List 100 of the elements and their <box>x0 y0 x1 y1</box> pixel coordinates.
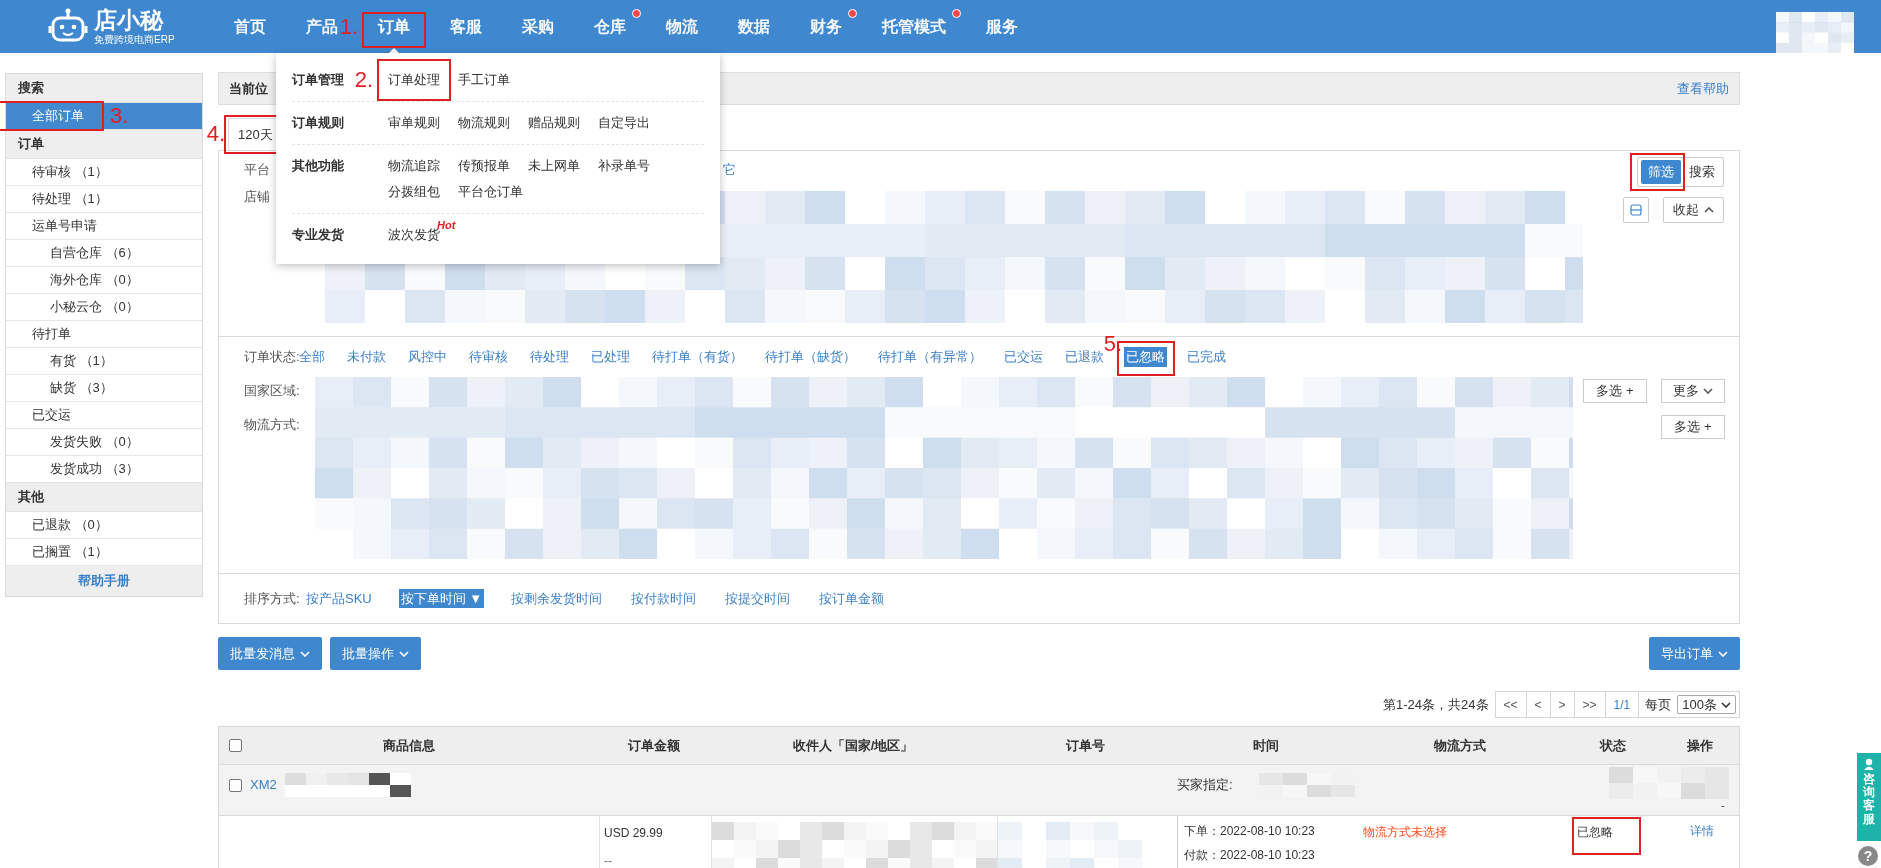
status-tab[interactable]: 待打单（缺货） <box>763 347 858 367</box>
dash-text: - <box>1721 798 1725 813</box>
pagination-summary: 第1-24条，共24条 <box>1383 695 1489 714</box>
help-link[interactable]: 查看帮助 <box>1677 78 1729 99</box>
status-tab[interactable]: 已交运 <box>1002 347 1045 367</box>
filter-label: 平台 <box>244 161 270 180</box>
multi-select-button[interactable]: 多选 + <box>1661 415 1725 439</box>
layout-toggle-button[interactable] <box>1623 197 1649 223</box>
nav-tab[interactable]: 订单 <box>376 0 412 53</box>
sidebar-item[interactable]: 待审核 （1） <box>32 162 108 182</box>
search-button[interactable]: 搜索 <box>1681 158 1723 186</box>
sidebar-item[interactable]: 小秘云仓 （0） <box>50 297 139 317</box>
menu-item[interactable]: 平台仓订单 <box>458 182 523 202</box>
sidebar-item[interactable]: 运单号申请 <box>32 216 97 236</box>
status-tab[interactable]: 已忽略 <box>1124 347 1167 367</box>
sidebar-item[interactable]: 有货 （1） <box>50 351 113 371</box>
sidebar-item[interactable]: 海外仓库 （0） <box>50 270 139 290</box>
collapse-button[interactable]: 收起 <box>1663 197 1724 223</box>
chevron-down-icon <box>399 650 409 657</box>
details-link[interactable]: 详情 <box>1690 822 1714 868</box>
page-nav-button[interactable]: > <box>1550 692 1575 717</box>
chevron-down-icon <box>1721 701 1731 708</box>
menu-item[interactable]: 传预报单 <box>458 156 510 176</box>
sort-option[interactable]: 按付款时间 <box>629 588 699 609</box>
step-number: 2. <box>354 69 373 91</box>
menu-item[interactable]: 手工订单 <box>458 70 510 90</box>
sidebar-item[interactable]: 已交运 <box>32 405 71 425</box>
status-tab[interactable]: 待处理 <box>528 347 571 367</box>
breadcrumb-label: 当前位 <box>229 79 268 98</box>
sidebar-item[interactable]: 已搁置 （1） <box>32 542 108 562</box>
platform-option[interactable]: 它 <box>723 160 736 180</box>
nav-tab[interactable]: 物流 <box>664 0 700 53</box>
menu-item[interactable]: 物流规则 <box>458 113 510 133</box>
nav-tab[interactable]: 采购 <box>520 0 556 53</box>
nav-tab[interactable]: 仓库 <box>592 0 628 53</box>
menu-item[interactable]: 自定导出 <box>598 113 650 133</box>
filter-label: 订单状态: <box>244 348 297 367</box>
order-id-link[interactable]: XM2 <box>250 775 277 795</box>
menu-item[interactable]: 分拨组包 <box>388 182 440 202</box>
nav-tab[interactable]: 产品 <box>304 0 340 53</box>
checkbox[interactable] <box>229 739 242 752</box>
layout-icon <box>1630 204 1642 216</box>
status-tab[interactable]: 已退款 <box>1063 347 1106 367</box>
nav-tab[interactable]: 托管模式 <box>880 0 948 53</box>
menu-item[interactable]: 赠品规则 <box>528 113 580 133</box>
menu-item[interactable]: 补录单号 <box>598 156 650 176</box>
sort-option[interactable]: 按订单金额 <box>817 588 887 609</box>
help-button[interactable]: ? <box>1858 846 1878 866</box>
sidebar-item[interactable]: 发货成功 （3） <box>50 459 139 479</box>
status-tab[interactable]: 待打单（有异常） <box>876 347 984 367</box>
sidebar-item[interactable]: 待打单 <box>32 324 71 344</box>
nav-tab[interactable]: 服务 <box>984 0 1020 53</box>
page-nav-button[interactable]: << <box>1495 692 1527 717</box>
multi-select-button[interactable]: 多选 + <box>1583 379 1647 403</box>
status-tab[interactable]: 未付款 <box>345 347 388 367</box>
sidebar-section-title: 其他 <box>6 483 202 512</box>
export-button[interactable]: 导出订单 <box>1649 637 1740 670</box>
sidebar-item[interactable]: 自营仓库 （6） <box>50 243 139 263</box>
menu-item[interactable]: 审单规则 <box>388 113 440 133</box>
nav-tab[interactable]: 客服 <box>448 0 484 53</box>
sort-option[interactable]: 按剩余发货时间 <box>509 588 605 609</box>
sort-option[interactable]: 按下单时间 ▼ <box>398 588 485 609</box>
menu-item[interactable]: 物流追踪 <box>388 156 440 176</box>
nav-tab[interactable]: 数据 <box>736 0 772 53</box>
menu-item[interactable]: 订单处理 <box>388 70 440 90</box>
buyer-label: 买家指定: <box>1177 776 1233 795</box>
nav-tab[interactable]: 财务 <box>808 0 844 53</box>
status-tab[interactable]: 已完成 <box>1185 347 1228 367</box>
column-header: 订单金额 <box>628 736 681 755</box>
bulk-action-button[interactable]: 批量发消息 <box>218 637 322 670</box>
filter-button[interactable]: 筛选 <box>1641 160 1681 184</box>
page-nav-button[interactable]: >> <box>1574 692 1606 717</box>
menu-group-title: 其他功能 <box>292 157 344 176</box>
sidebar-item[interactable]: 发货失败 （0） <box>50 432 139 452</box>
support-widget[interactable]: 咨询客服 <box>1857 753 1881 841</box>
step-number: 1. <box>339 15 358 38</box>
headset-icon <box>1862 757 1876 771</box>
column-header: 时间 <box>1252 736 1279 755</box>
help-manual-link[interactable]: 帮助手册 <box>78 571 130 591</box>
checkbox[interactable] <box>229 778 242 792</box>
nav-tab[interactable]: 首页 <box>232 0 268 53</box>
sort-option[interactable]: 按提交时间 <box>723 588 793 609</box>
logo-title: 店小秘 <box>94 8 165 32</box>
filter-label: 店铺 <box>244 188 271 206</box>
bulk-action-button[interactable]: 批量操作 <box>330 637 421 670</box>
status-tab[interactable]: 已处理 <box>589 347 632 367</box>
sidebar-item[interactable]: 全部订单 <box>32 106 84 126</box>
status-tab[interactable]: 风控中 <box>406 347 449 367</box>
sidebar-item[interactable]: 缺货 （3） <box>50 378 113 398</box>
page-nav-button[interactable]: < <box>1526 692 1551 717</box>
time-text: 下单：2022-08-10 10:23 <box>1184 823 1316 840</box>
more-button[interactable]: 更多 <box>1661 379 1725 403</box>
status-tab[interactable]: 待打单（有货） <box>650 347 745 367</box>
sidebar-item[interactable]: 已退款 （0） <box>32 515 108 535</box>
per-page-select[interactable]: 100条 <box>1677 695 1736 714</box>
sidebar-item[interactable]: 待处理 （1） <box>32 189 108 209</box>
menu-item[interactable]: 未上网单 <box>528 156 580 176</box>
status-tab[interactable]: 待审核 <box>467 347 510 367</box>
sort-option[interactable]: 按产品SKU <box>304 588 374 609</box>
step-number: 4. <box>206 123 225 145</box>
